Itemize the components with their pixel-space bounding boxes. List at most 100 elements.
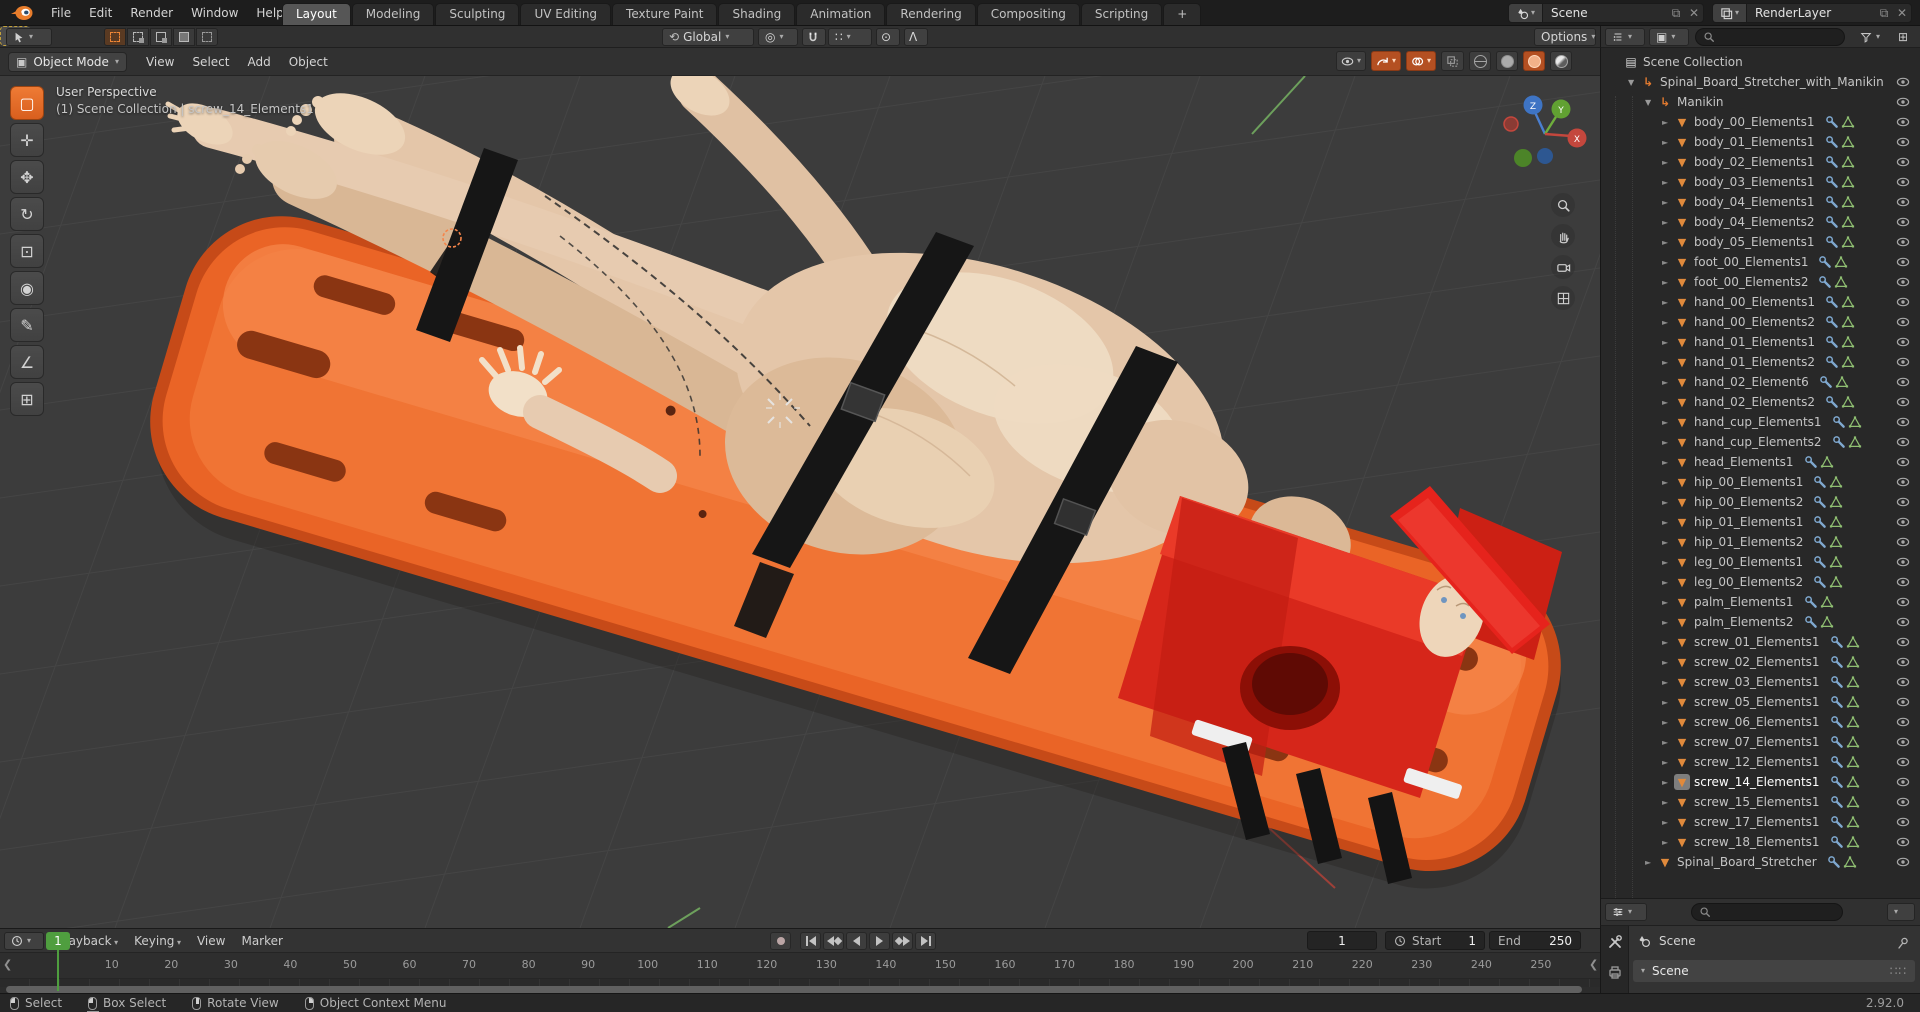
mesh-data-icon[interactable] <box>1843 855 1857 869</box>
modifiers-wrench-icon[interactable] <box>1825 335 1839 349</box>
hide-in-viewport-eye-icon[interactable] <box>1896 215 1910 229</box>
outliner-row[interactable]: screw_15_Elements1 <box>1601 792 1920 812</box>
hide-in-viewport-eye-icon[interactable] <box>1896 315 1910 329</box>
outliner-row[interactable]: foot_00_Elements1 <box>1601 252 1920 272</box>
mesh-data-icon[interactable] <box>1820 615 1834 629</box>
outliner-row[interactable]: hand_02_Element6 <box>1601 372 1920 392</box>
hide-in-viewport-eye-icon[interactable] <box>1896 775 1910 789</box>
hide-in-viewport-eye-icon[interactable] <box>1896 195 1910 209</box>
outliner-row[interactable]: Spinal_Board_Stretcher <box>1601 852 1920 872</box>
outliner-panel[interactable]: Scene Collection Spinal_Board_Stretcher_… <box>1600 48 1920 898</box>
outliner-display-mode-dropdown[interactable]: ▣ ▾ <box>1649 28 1689 46</box>
modifiers-wrench-icon[interactable] <box>1830 675 1844 689</box>
modifiers-wrench-icon[interactable] <box>1825 355 1839 369</box>
hide-in-viewport-eye-icon[interactable] <box>1896 835 1910 849</box>
outliner-row[interactable]: screw_14_Elements1 <box>1601 772 1920 792</box>
outliner-row[interactable]: hand_cup_Elements1 <box>1601 412 1920 432</box>
modifiers-wrench-icon[interactable] <box>1813 495 1827 509</box>
expand-arrow-icon[interactable] <box>1662 778 1674 787</box>
viewport-menu[interactable]: View <box>137 49 183 75</box>
outliner-row[interactable]: hand_02_Elements2 <box>1601 392 1920 412</box>
timeline-menu[interactable]: Marker <box>233 934 290 948</box>
outliner-row[interactable]: leg_00_Elements1 <box>1601 552 1920 572</box>
new-scene-icon[interactable]: ⧉ <box>1667 6 1685 21</box>
mesh-data-icon[interactable] <box>1820 455 1834 469</box>
modifiers-wrench-icon[interactable] <box>1825 135 1839 149</box>
hide-in-viewport-eye-icon[interactable] <box>1896 575 1910 589</box>
mesh-data-icon[interactable] <box>1841 135 1855 149</box>
tool-button[interactable]: ✎ <box>10 308 44 342</box>
modifiers-wrench-icon[interactable] <box>1818 275 1832 289</box>
workspace-tab[interactable]: Shading <box>718 3 796 25</box>
jump-to-end-button[interactable] <box>915 932 936 950</box>
hide-in-viewport-eye-icon[interactable] <box>1896 155 1910 169</box>
mesh-data-icon[interactable] <box>1841 195 1855 209</box>
hide-in-viewport-eye-icon[interactable] <box>1896 495 1910 509</box>
mesh-data-icon[interactable] <box>1846 635 1860 649</box>
modifiers-wrench-icon[interactable] <box>1825 215 1839 229</box>
modifiers-wrench-icon[interactable] <box>1830 835 1844 849</box>
hide-in-viewport-eye-icon[interactable] <box>1896 715 1910 729</box>
pivot-point-dropdown[interactable]: ◎ ▾ <box>758 28 798 46</box>
play-reverse-button[interactable] <box>846 932 867 950</box>
output-properties-tab[interactable] <box>1607 964 1623 980</box>
editor-type-dropdown[interactable]: ▾ <box>1605 28 1645 46</box>
outliner-row[interactable]: hip_01_Elements1 <box>1601 512 1920 532</box>
outliner-row[interactable]: screw_12_Elements1 <box>1601 752 1920 772</box>
expand-arrow-icon[interactable] <box>1662 478 1674 487</box>
pin-icon[interactable] <box>1896 936 1910 950</box>
expand-arrow-icon[interactable] <box>1662 758 1674 767</box>
viewport-menu[interactable]: Select <box>183 49 238 75</box>
outliner-row[interactable]: hand_01_Elements2 <box>1601 352 1920 372</box>
topbar-menu[interactable]: Edit <box>80 0 121 26</box>
hide-in-viewport-eye-icon[interactable] <box>1896 455 1910 469</box>
hide-in-viewport-eye-icon[interactable] <box>1896 335 1910 349</box>
section-drag-dots[interactable]: ∷∷ <box>1890 964 1907 978</box>
hide-in-viewport-eye-icon[interactable] <box>1896 75 1910 89</box>
hide-in-viewport-eye-icon[interactable] <box>1896 475 1910 489</box>
modifiers-wrench-icon[interactable] <box>1804 455 1818 469</box>
workspace-tab[interactable]: + <box>1163 3 1202 25</box>
mesh-data-icon[interactable] <box>1841 315 1855 329</box>
select-mode-intersect[interactable] <box>196 28 218 46</box>
mesh-data-icon[interactable] <box>1841 155 1855 169</box>
outliner-row[interactable]: screw_07_Elements1 <box>1601 732 1920 752</box>
tool-button[interactable]: ✛ <box>10 123 44 157</box>
outliner-row[interactable]: screw_18_Elements1 <box>1601 832 1920 852</box>
mesh-data-icon[interactable] <box>1841 355 1855 369</box>
mesh-data-icon[interactable] <box>1829 555 1843 569</box>
modifiers-wrench-icon[interactable] <box>1827 855 1841 869</box>
mesh-data-icon[interactable] <box>1846 775 1860 789</box>
topbar-menu[interactable]: File <box>42 0 80 26</box>
hide-in-viewport-eye-icon[interactable] <box>1896 555 1910 569</box>
select-mode-subtract[interactable] <box>150 28 172 46</box>
expand-arrow-icon[interactable] <box>1662 278 1674 287</box>
modifiers-wrench-icon[interactable] <box>1830 735 1844 749</box>
outliner-row[interactable]: body_01_Elements1 <box>1601 132 1920 152</box>
modifiers-wrench-icon[interactable] <box>1830 775 1844 789</box>
properties-collapse-button[interactable]: ▾ <box>1887 903 1915 921</box>
mesh-data-icon[interactable] <box>1835 375 1849 389</box>
next-keyframe-button[interactable] <box>892 932 913 950</box>
mesh-data-icon[interactable] <box>1829 515 1843 529</box>
new-collection-button[interactable]: ⊞ <box>1891 28 1917 46</box>
hide-in-viewport-eye-icon[interactable] <box>1896 135 1910 149</box>
mesh-data-icon[interactable] <box>1846 755 1860 769</box>
mesh-data-icon[interactable] <box>1841 115 1855 129</box>
mesh-data-icon[interactable] <box>1829 575 1843 589</box>
timeline-ruler[interactable]: 10 20 30 40 50 60 70 80 90 100 110 120 130 140 150 160 1… <box>0 953 1600 979</box>
modifiers-wrench-icon[interactable] <box>1830 755 1844 769</box>
hide-in-viewport-eye-icon[interactable] <box>1896 695 1910 709</box>
outliner-row[interactable]: screw_17_Elements1 <box>1601 812 1920 832</box>
modifiers-wrench-icon[interactable] <box>1825 175 1839 189</box>
expand-arrow-icon[interactable] <box>1662 518 1674 527</box>
viewport-menu[interactable]: Object <box>280 49 337 75</box>
select-mode-extend[interactable] <box>127 28 149 46</box>
hide-in-viewport-eye-icon[interactable] <box>1896 115 1910 129</box>
modifiers-wrench-icon[interactable] <box>1830 815 1844 829</box>
expand-arrow-icon[interactable] <box>1662 498 1674 507</box>
view-layer-icon[interactable]: ▾ <box>1713 4 1747 22</box>
frame-end-field[interactable]: End 250 <box>1489 931 1581 950</box>
expand-arrow-icon[interactable] <box>1662 438 1674 447</box>
camera-view-button[interactable] <box>1551 255 1575 279</box>
